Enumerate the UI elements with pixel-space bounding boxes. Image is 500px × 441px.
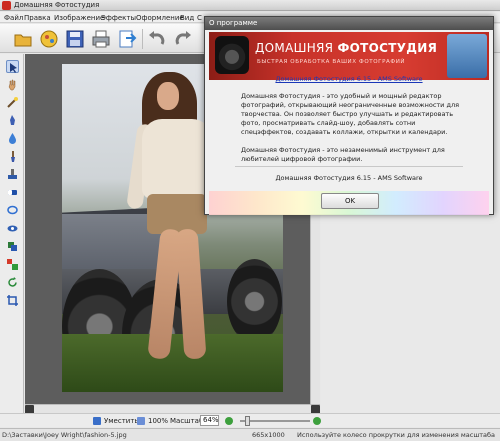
- menu-design[interactable]: Оформление: [136, 14, 184, 22]
- scale-input[interactable]: 64%: [200, 415, 219, 426]
- window-title: Домашняя Фотостудия: [14, 1, 100, 9]
- pointer-icon[interactable]: [6, 60, 19, 73]
- layers-icon[interactable]: [6, 240, 19, 253]
- status-hint: Используйте колесо прокрутки для изменен…: [297, 431, 496, 439]
- menu-more[interactable]: С: [197, 14, 202, 22]
- zoom-out-icon[interactable]: [225, 417, 233, 425]
- drop-icon[interactable]: [6, 132, 19, 145]
- fit-button[interactable]: Уместить: [104, 417, 139, 425]
- stamp-icon[interactable]: [6, 168, 19, 181]
- menu-file[interactable]: Файл: [4, 14, 23, 22]
- version-text: Домашняя Фотостудия 6.15 - AMS Software: [275, 174, 423, 182]
- crop-icon[interactable]: [6, 294, 19, 307]
- about-paragraph: Домашняя Фотостудия - это удобный и мощн…: [241, 92, 460, 136]
- tools-panel: [0, 54, 24, 417]
- open-folder-icon[interactable]: [12, 28, 34, 50]
- print-icon[interactable]: [90, 28, 112, 50]
- undo-icon[interactable]: [146, 28, 168, 50]
- redo-icon[interactable]: [172, 28, 194, 50]
- rotate-icon[interactable]: [6, 276, 19, 289]
- fit-icon[interactable]: [93, 417, 101, 425]
- about-paragraph: Домашняя Фотостудия - это незаменимый ин…: [241, 146, 445, 163]
- export-icon[interactable]: [116, 28, 138, 50]
- banner-subtitle: БЫСТРАЯ ОБРАБОТКА ВАШИХ ФОТОГРАФИЙ: [257, 59, 406, 65]
- horizontal-scrollbar[interactable]: [25, 404, 320, 414]
- dialog-divider: [235, 166, 463, 167]
- toolbar-separator: [142, 29, 143, 49]
- banner-title-light: ДОМАШНЯЯ: [255, 41, 338, 55]
- menu-effects[interactable]: Эффекты: [101, 14, 136, 22]
- zoom-slider[interactable]: [240, 420, 310, 422]
- photo-shirt: [142, 119, 212, 199]
- brush-icon[interactable]: [6, 150, 19, 163]
- save-icon[interactable]: [64, 28, 86, 50]
- product-link[interactable]: Домашняя Фотостудия 6.15 - AMS Software: [205, 75, 493, 83]
- about-description: Домашняя Фотостудия - это удобный и мощн…: [241, 92, 467, 173]
- zoom-bar: Уместить 100% Масштаб: 64%: [0, 413, 500, 427]
- pen-icon[interactable]: [6, 114, 19, 127]
- color-picker-icon[interactable]: [6, 258, 19, 271]
- banner-title: ДОМАШНЯЯ ФОТОСТУДИЯ: [255, 41, 437, 55]
- about-dialog-title: О программе: [209, 19, 258, 27]
- photo-grass: [62, 334, 283, 392]
- about-banner: ДОМАШНЯЯ ФОТОСТУДИЯ БЫСТРАЯ ОБРАБОТКА ВА…: [209, 32, 489, 80]
- menu-view[interactable]: Вид: [180, 14, 194, 22]
- app-icon: [2, 1, 11, 10]
- status-bar: D:\Заставки\Joey Wright\fashion-5.jpg 66…: [0, 428, 500, 441]
- menu-edit[interactable]: Правка: [24, 14, 51, 22]
- banner-title-bold: ФОТОСТУДИЯ: [337, 41, 438, 55]
- photo-shorts: [147, 194, 207, 234]
- eye-icon[interactable]: [6, 222, 19, 235]
- magic-wand-icon[interactable]: [6, 96, 19, 109]
- lasso-icon[interactable]: [6, 204, 19, 217]
- eraser-icon[interactable]: [6, 186, 19, 199]
- zoom-100-icon[interactable]: [137, 417, 145, 425]
- zoom-in-icon[interactable]: [313, 417, 321, 425]
- status-file-path: D:\Заставки\Joey Wright\fashion-5.jpg: [2, 431, 127, 439]
- photo-face: [157, 82, 179, 110]
- status-dimensions: 665x1000: [252, 431, 285, 439]
- menu-image[interactable]: Изображение: [54, 14, 104, 22]
- zoom-100-button[interactable]: 100%: [148, 417, 168, 425]
- zoom-slider-thumb[interactable]: [245, 416, 250, 426]
- photo-wheel-right: [227, 259, 282, 344]
- about-dialog-titlebar: О программе: [205, 17, 493, 30]
- banner-family-photo: [447, 34, 487, 78]
- title-bar: Домашняя Фотостудия: [0, 0, 500, 11]
- open-image-icon[interactable]: [38, 28, 60, 50]
- about-dialog: О программе ДОМАШНЯЯ ФОТОСТУДИЯ БЫСТРАЯ …: [204, 16, 494, 215]
- ok-button[interactable]: OK: [321, 193, 379, 209]
- camera-icon: [215, 36, 249, 74]
- hand-icon[interactable]: [6, 78, 19, 91]
